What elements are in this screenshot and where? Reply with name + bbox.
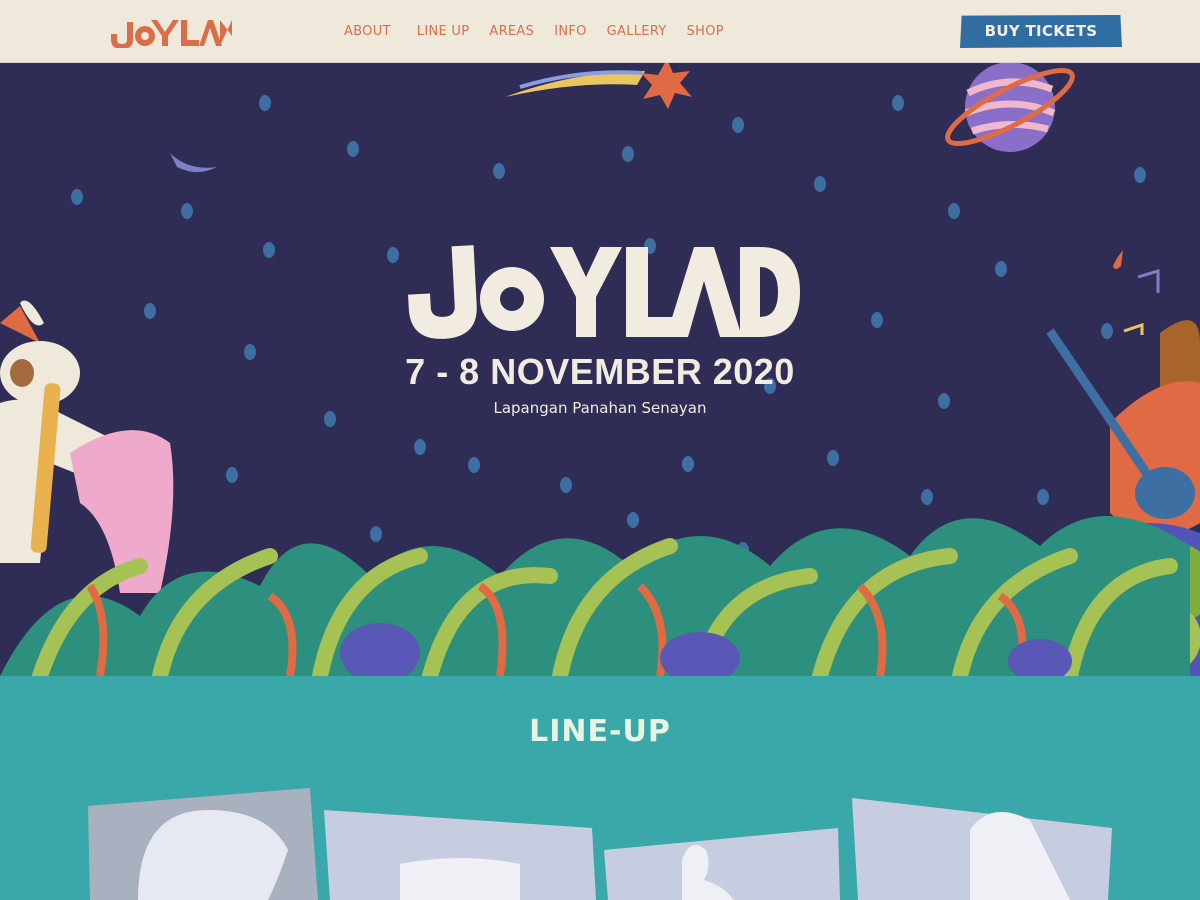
nav-line-up[interactable]: LINE UP xyxy=(417,23,470,41)
artist-silhouette-2 xyxy=(400,858,520,900)
lineup-section: LINE-UP xyxy=(0,676,1200,900)
hero-banner: 7 - 8 NOVEMBER 2020 Lapangan Panahan Sen… xyxy=(0,63,1200,676)
event-date: 7 - 8 NOVEMBER 2020 xyxy=(405,351,795,392)
nav-gallery[interactable]: GALLERY xyxy=(607,23,667,41)
event-venue: Lapangan Panahan Senayan xyxy=(493,399,707,417)
artist-card-4[interactable] xyxy=(852,798,1112,900)
artist-card-3[interactable] xyxy=(604,828,840,900)
top-nav: ABOUT LINE UP AREAS INFO GALLERY SHOP BU… xyxy=(0,0,1200,63)
plants-foreground xyxy=(0,516,1190,676)
main-menu: ABOUT LINE UP AREAS INFO GALLERY SHOP xyxy=(344,23,744,41)
buy-tickets-button[interactable]: BUY TICKETS xyxy=(960,15,1122,48)
nav-shop[interactable]: SHOP xyxy=(687,23,724,41)
artist-card-2[interactable] xyxy=(324,810,596,900)
artist-card-1[interactable] xyxy=(88,788,318,900)
nav-about[interactable]: ABOUT xyxy=(344,23,391,41)
rabbit-saxophone xyxy=(0,300,174,593)
joyland-hero-logo xyxy=(408,245,800,339)
joyland-logo[interactable] xyxy=(107,14,232,48)
lineup-heading: LINE-UP xyxy=(529,714,671,749)
nav-info[interactable]: INFO xyxy=(554,23,586,41)
nav-areas[interactable]: AREAS xyxy=(489,23,534,41)
